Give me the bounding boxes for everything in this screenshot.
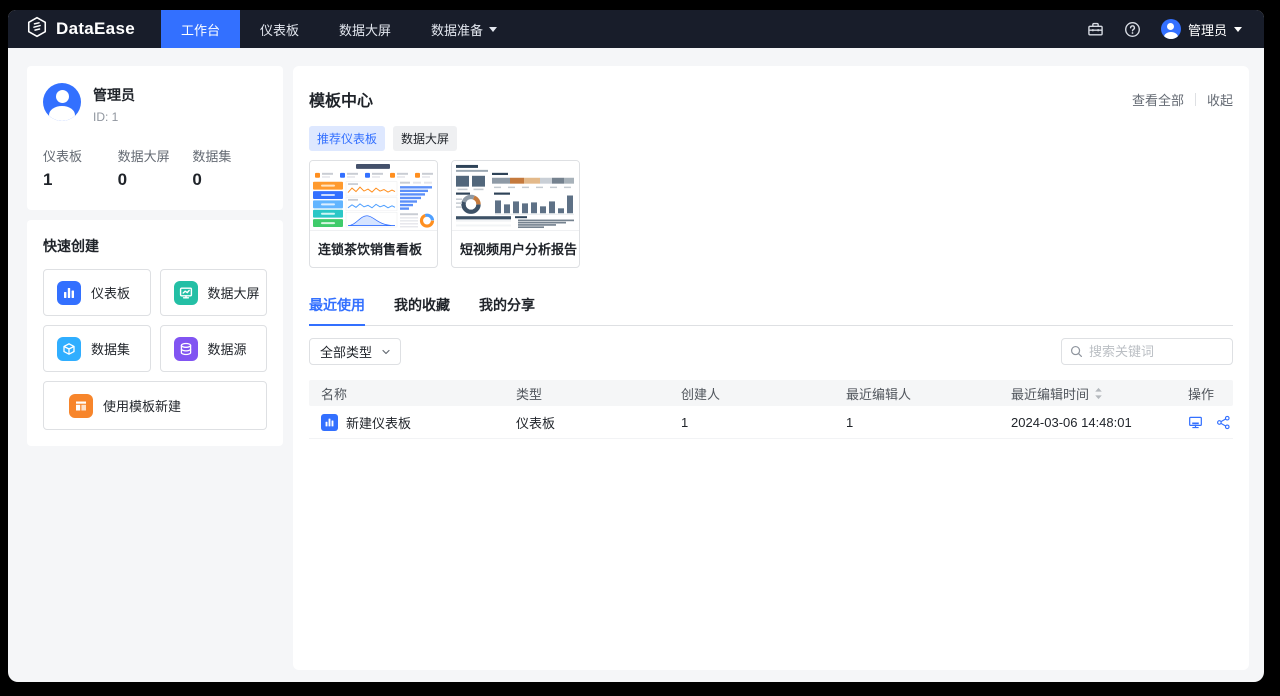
tab-recently-used[interactable]: 最近使用	[309, 295, 365, 326]
stat-value: 1	[43, 170, 53, 189]
dataset-icon	[57, 336, 81, 361]
recent-tabs: 最近使用 我的收藏 我的分享	[309, 295, 1233, 326]
sort-icon[interactable]	[1094, 387, 1103, 400]
user-name: 管理员	[1187, 22, 1227, 38]
main-panel: 模板中心 查看全部 收起 推荐仪表板 数据大屏 连锁茶饮销售看板 短视频用户分析…	[293, 66, 1249, 670]
col-last-editor: 最近编辑人	[846, 386, 912, 402]
user-avatar	[1160, 19, 1181, 39]
brand-logo[interactable]: DataEase	[8, 10, 161, 48]
chevron-down-icon	[382, 349, 390, 354]
row-last-edited: 2024-03-06 14:48:01	[1011, 414, 1132, 430]
profile-name: 管理员	[93, 87, 135, 103]
stat-dataset: 数据集 0	[192, 146, 267, 190]
stat-label: 数据集	[192, 149, 232, 164]
help-icon[interactable]	[1124, 21, 1141, 38]
preview-monitor-icon[interactable]	[1188, 415, 1203, 430]
view-all-link[interactable]: 查看全部	[1132, 90, 1184, 109]
row-name[interactable]: 新建仪表板	[346, 413, 411, 432]
nav-item-dataprep[interactable]: 数据准备	[411, 10, 517, 48]
datasource-icon	[173, 336, 198, 361]
profile-card: 管理员 ID: 1 仪表板 1 数据大屏 0 数据集 0	[27, 66, 283, 210]
top-navbar: DataEase 工作台 仪表板 数据大屏 数据准备 管理员	[8, 10, 1264, 48]
template-thumbnail-video-report	[452, 161, 579, 231]
type-filter-select[interactable]: 全部类型	[309, 338, 402, 365]
quick-create-card: 快速创建 仪表板 数据大屏 数据集 数据源 使用模板新建	[27, 220, 283, 446]
quick-create-label: 数据源	[207, 342, 247, 357]
brand-name: DataEase	[56, 19, 135, 38]
create-dataset-button[interactable]: 数据集	[43, 325, 151, 372]
nav-item-datascreen[interactable]: 数据大屏	[319, 10, 411, 48]
main-nav: 工作台 仪表板 数据大屏 数据准备	[160, 10, 517, 48]
stat-dashboard: 仪表板 1	[43, 146, 118, 190]
nav-label: 数据准备	[431, 22, 484, 38]
create-dashboard-button[interactable]: 仪表板	[43, 269, 151, 316]
create-from-template-button[interactable]: 使用模板新建	[43, 381, 267, 430]
search-input[interactable]	[1089, 344, 1224, 359]
dashboard-icon	[321, 413, 338, 431]
col-last-edited: 最近编辑时间	[1011, 384, 1176, 403]
quick-create-label: 数据大屏	[207, 286, 260, 301]
left-sidebar: 管理员 ID: 1 仪表板 1 数据大屏 0 数据集 0 快速创建 仪表板 数据…	[27, 66, 283, 682]
nav-item-workbench[interactable]: 工作台	[160, 10, 240, 48]
share-icon[interactable]	[1216, 415, 1231, 430]
col-last-edited-label: 最近编辑时间	[1011, 386, 1090, 402]
stat-label: 数据大屏	[117, 149, 170, 164]
datascreen-icon	[173, 280, 198, 305]
template-center-title: 模板中心	[309, 93, 374, 110]
template-card-title: 短视频用户分析报告	[460, 242, 578, 257]
dataease-logo-icon	[26, 16, 48, 43]
row-type: 仪表板	[516, 415, 556, 431]
search-box	[1061, 338, 1233, 365]
quick-create-label: 数据集	[91, 342, 131, 357]
template-cards: 连锁茶饮销售看板 短视频用户分析报告	[309, 160, 1233, 268]
profile-id: ID: 1	[93, 110, 119, 124]
tag-datascreen[interactable]: 数据大屏	[393, 126, 458, 151]
col-actions: 操作	[1188, 386, 1215, 402]
dashboard-icon	[57, 280, 81, 305]
row-last-editor: 1	[846, 414, 854, 430]
quick-create-title: 快速创建	[43, 238, 99, 254]
chevron-down-icon	[1234, 26, 1242, 32]
tab-my-favorites[interactable]: 我的收藏	[394, 295, 450, 325]
collapse-link[interactable]: 收起	[1207, 90, 1233, 109]
col-type: 类型	[516, 386, 543, 402]
template-tags: 推荐仪表板 数据大屏	[309, 126, 1233, 151]
quick-create-label: 使用模板新建	[103, 399, 182, 414]
row-creator: 1	[681, 414, 689, 430]
stat-label: 仪表板	[43, 149, 83, 164]
profile-stats: 仪表板 1 数据大屏 0 数据集 0	[43, 146, 267, 190]
col-creator: 创建人	[681, 386, 721, 402]
recent-table: 名称 类型 创建人 最近编辑人 最近编辑时间 操作 新建仪表板 仪表板 1 1 …	[309, 380, 1233, 439]
template-icon	[69, 393, 93, 418]
tab-my-shares[interactable]: 我的分享	[479, 295, 535, 325]
type-filter-value: 全部类型	[320, 345, 373, 360]
col-name: 名称	[321, 386, 348, 402]
avatar	[43, 83, 81, 121]
divider	[1194, 92, 1196, 106]
stat-datascreen: 数据大屏 0	[118, 146, 193, 190]
nav-label: 数据大屏	[338, 22, 391, 38]
table-row[interactable]: 新建仪表板 仪表板 1 1 2024-03-06 14:48:01	[309, 406, 1233, 439]
create-datasource-button[interactable]: 数据源	[159, 325, 267, 372]
search-icon	[1070, 345, 1083, 358]
nav-item-dashboard[interactable]: 仪表板	[240, 10, 319, 48]
table-header: 名称 类型 创建人 最近编辑人 最近编辑时间 操作	[309, 380, 1233, 406]
template-card-tea-sales[interactable]: 连锁茶饮销售看板	[309, 160, 438, 268]
template-thumbnail-tea-sales	[310, 161, 437, 231]
template-card-video-report[interactable]: 短视频用户分析报告	[451, 160, 580, 268]
stat-value: 0	[192, 170, 202, 189]
tag-recommended-dashboards[interactable]: 推荐仪表板	[309, 126, 386, 151]
navbar-right: 管理员	[1087, 10, 1264, 48]
chevron-down-icon	[489, 26, 498, 32]
user-menu[interactable]: 管理员	[1160, 19, 1242, 39]
nav-label: 工作台	[180, 22, 220, 38]
template-card-title: 连锁茶饮销售看板	[318, 242, 423, 257]
toolbox-icon[interactable]	[1087, 21, 1104, 38]
quick-create-label: 仪表板	[91, 286, 131, 301]
content-area: 管理员 ID: 1 仪表板 1 数据大屏 0 数据集 0 快速创建 仪表板 数据…	[8, 48, 1264, 682]
stat-value: 0	[117, 170, 128, 189]
nav-label: 仪表板	[259, 22, 299, 38]
create-datascreen-button[interactable]: 数据大屏	[159, 269, 267, 316]
app-window: DataEase 工作台 仪表板 数据大屏 数据准备 管理员 管理员 ID: 1…	[8, 10, 1264, 682]
